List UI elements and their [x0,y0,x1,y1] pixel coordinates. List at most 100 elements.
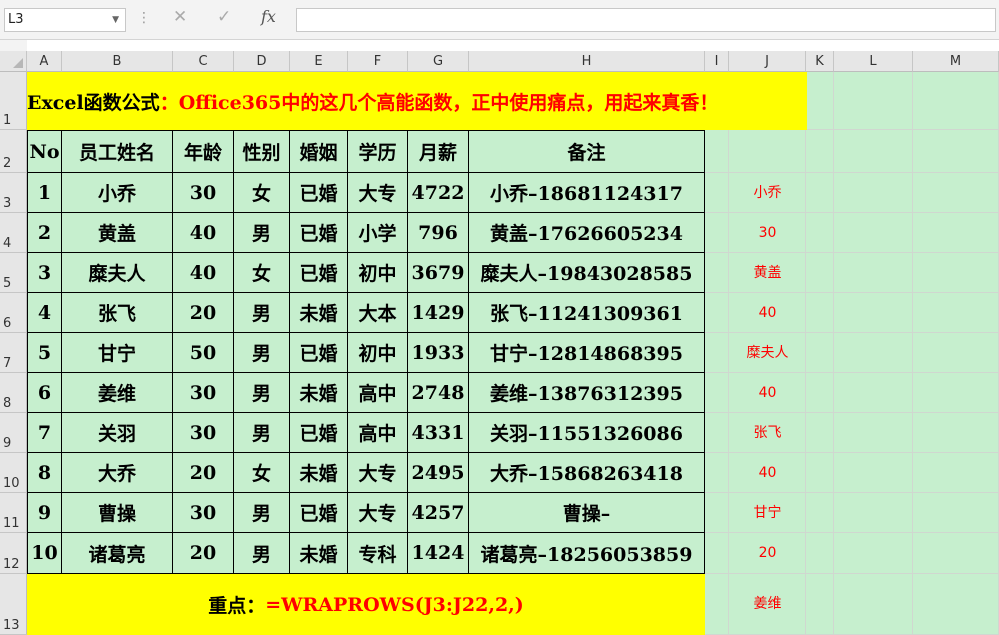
column-header-d[interactable]: D [234,51,290,72]
table-cell[interactable]: 已婚 [290,493,348,533]
row-header-13[interactable]: 13 [0,574,27,635]
table-cell[interactable]: 专科 [348,533,408,574]
table-cell[interactable]: 10 [27,533,62,574]
column-header-e[interactable]: E [290,51,348,72]
column-j-cell[interactable]: 糜夫人 [729,333,806,373]
table-cell[interactable]: 小乔–18681124317 [469,173,705,213]
table-cell[interactable]: 40 [173,253,234,293]
column-j-cell[interactable]: 张飞 [729,413,806,453]
table-cell[interactable]: 3 [27,253,62,293]
table-cell[interactable]: 男 [234,213,290,253]
table-cell[interactable]: 未婚 [290,373,348,413]
table-cell[interactable]: 大本 [348,293,408,333]
table-cell[interactable]: 曹操– [469,493,705,533]
table-cell[interactable]: 备注 [469,130,705,173]
table-cell[interactable]: 张飞–11241309361 [469,293,705,333]
table-cell[interactable]: 男 [234,373,290,413]
table-cell[interactable]: 3679 [408,253,469,293]
table-cell[interactable]: 姜维 [62,373,173,413]
table-cell[interactable]: 大专 [348,453,408,493]
table-cell[interactable]: 男 [234,333,290,373]
table-cell[interactable]: 男 [234,293,290,333]
row-header-1[interactable]: 1 [0,72,27,130]
table-cell[interactable]: 女 [234,453,290,493]
table-cell[interactable]: 初中 [348,253,408,293]
table-cell[interactable]: 4257 [408,493,469,533]
table-cell[interactable]: 关羽–11551326086 [469,413,705,453]
row-header-7[interactable]: 7 [0,333,27,373]
table-cell[interactable]: 小乔 [62,173,173,213]
table-cell[interactable]: 20 [173,453,234,493]
table-cell[interactable]: 婚姻 [290,130,348,173]
table-cell[interactable]: No [27,130,62,173]
table-cell[interactable]: 2 [27,213,62,253]
table-cell[interactable]: 诸葛亮–18256053859 [469,533,705,574]
table-cell[interactable]: 大专 [348,493,408,533]
table-cell[interactable]: 20 [173,293,234,333]
table-cell[interactable]: 20 [173,533,234,574]
table-cell[interactable]: 已婚 [290,413,348,453]
table-cell[interactable]: 大专 [348,173,408,213]
table-cell[interactable]: 高中 [348,413,408,453]
column-header-l[interactable]: L [834,51,913,72]
table-cell[interactable]: 40 [173,213,234,253]
table-cell[interactable]: 小学 [348,213,408,253]
table-cell[interactable]: 1424 [408,533,469,574]
column-j-cell[interactable]: 20 [729,533,806,574]
table-cell[interactable]: 关羽 [62,413,173,453]
table-cell[interactable]: 员工姓名 [62,130,173,173]
table-cell[interactable]: 大乔 [62,453,173,493]
table-cell[interactable]: 已婚 [290,253,348,293]
table-cell[interactable]: 2495 [408,453,469,493]
column-header-k[interactable]: K [806,51,834,72]
table-cell[interactable]: 甘宁–12814868395 [469,333,705,373]
table-cell[interactable]: 4722 [408,173,469,213]
row-header-3[interactable]: 3 [0,173,27,213]
column-header-c[interactable]: C [173,51,234,72]
table-cell[interactable]: 黄盖–17626605234 [469,213,705,253]
table-cell[interactable]: 50 [173,333,234,373]
table-cell[interactable]: 张飞 [62,293,173,333]
table-cell[interactable]: 学历 [348,130,408,173]
table-cell[interactable]: 2748 [408,373,469,413]
table-cell[interactable]: 姜维–13876312395 [469,373,705,413]
row-header-11[interactable]: 11 [0,493,27,533]
table-cell[interactable]: 女 [234,173,290,213]
row-header-6[interactable]: 6 [0,293,27,333]
table-cell[interactable]: 30 [173,413,234,453]
table-cell[interactable]: 月薪 [408,130,469,173]
table-cell[interactable]: 甘宁 [62,333,173,373]
table-cell[interactable]: 4 [27,293,62,333]
table-cell[interactable]: 糜夫人–19843028585 [469,253,705,293]
table-cell[interactable]: 初中 [348,333,408,373]
row-header-5[interactable]: 5 [0,253,27,293]
column-j-cell[interactable]: 黄盖 [729,253,806,293]
row-header-4[interactable]: 4 [0,213,27,253]
table-cell[interactable]: 女 [234,253,290,293]
table-cell[interactable]: 已婚 [290,213,348,253]
column-header-b[interactable]: B [62,51,173,72]
table-cell[interactable]: 高中 [348,373,408,413]
table-cell[interactable]: 已婚 [290,173,348,213]
table-cell[interactable]: 曹操 [62,493,173,533]
table-cell[interactable]: 8 [27,453,62,493]
column-j-cell[interactable]: 40 [729,453,806,493]
table-cell[interactable]: 4331 [408,413,469,453]
table-cell[interactable]: 1429 [408,293,469,333]
table-cell[interactable]: 1 [27,173,62,213]
table-cell[interactable]: 未婚 [290,453,348,493]
column-header-m[interactable]: M [913,51,999,72]
row-header-12[interactable]: 12 [0,533,27,574]
column-j-cell[interactable]: 小乔 [729,173,806,213]
table-cell[interactable]: 796 [408,213,469,253]
table-cell[interactable]: 9 [27,493,62,533]
table-cell[interactable]: 糜夫人 [62,253,173,293]
table-cell[interactable]: 30 [173,173,234,213]
column-header-i[interactable]: I [705,51,729,72]
table-cell[interactable]: 年龄 [173,130,234,173]
table-cell[interactable]: 性别 [234,130,290,173]
column-header-g[interactable]: G [408,51,469,72]
table-cell[interactable]: 30 [173,493,234,533]
column-j-cell[interactable]: 40 [729,293,806,333]
table-cell[interactable]: 大乔–15868263418 [469,453,705,493]
